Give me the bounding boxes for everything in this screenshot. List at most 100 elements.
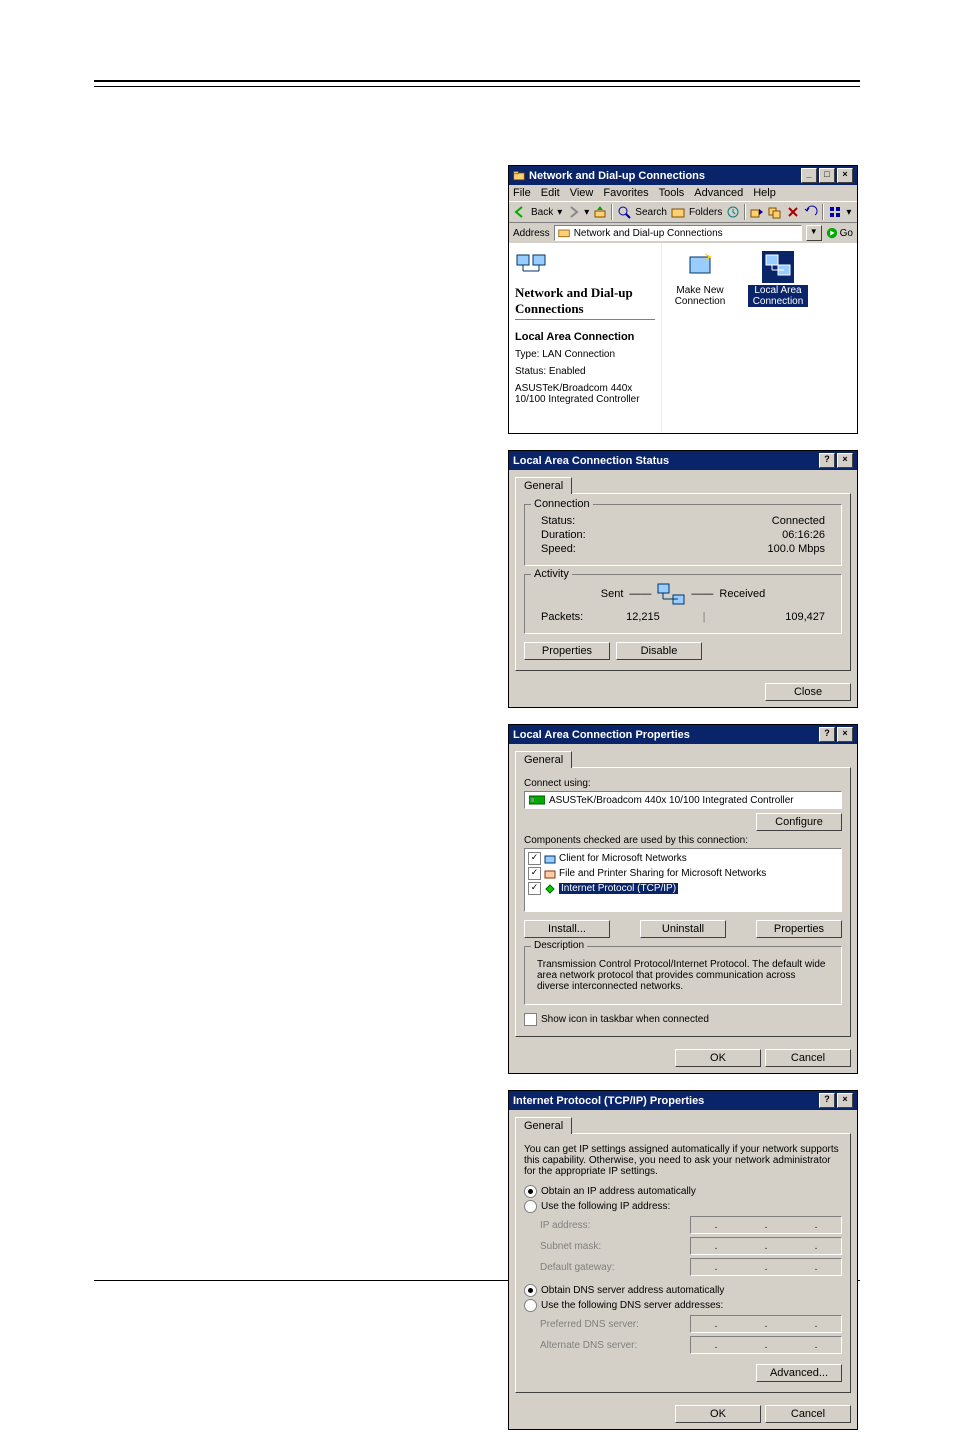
description-group: Description Transmission Control Protoco… [524,946,842,1005]
explorer-titlebar: Network and Dial-up Connections _ □ × [509,166,857,185]
advanced-button[interactable]: Advanced... [756,1364,842,1382]
mask-field: ... [690,1237,842,1255]
menu-favorites[interactable]: Favorites [603,187,648,199]
tab-general[interactable]: General [515,477,572,494]
properties-button[interactable]: Properties [524,642,610,660]
separator [744,204,746,220]
properties-button[interactable]: Properties [756,920,842,938]
back-icon[interactable] [513,205,527,219]
cancel-button[interactable]: Cancel [765,1049,851,1067]
intro-text: You can get IP settings assigned automat… [524,1144,842,1177]
make-new-connection-icon[interactable]: Make New Connection [670,251,730,425]
cancel-button[interactable]: Cancel [765,1405,851,1423]
connections-icon [515,249,547,281]
help-button[interactable]: ? [819,1093,835,1108]
local-area-connection-icon[interactable]: Local Area Connection [748,251,808,425]
duration-label: Duration: [541,529,586,541]
configure-button[interactable]: Configure [756,813,842,831]
move-to-icon[interactable] [750,205,764,219]
sent-label: Sent [601,588,624,600]
obtain-dns-radio[interactable] [524,1284,537,1297]
maximize-button[interactable]: □ [819,168,835,183]
client-icon [544,853,556,865]
checkbox[interactable]: ✓ [528,852,541,865]
separator [611,204,613,220]
search-icon[interactable] [617,205,631,219]
separator [515,319,655,321]
ok-button[interactable]: OK [675,1049,761,1067]
components-label: Components checked are used by this conn… [524,835,842,846]
status-title: Local Area Connection Status [513,455,669,467]
up-icon[interactable] [593,205,607,219]
left-pane-title: Network and Dial-up Connections [515,285,655,317]
gateway-label: Default gateway: [540,1262,615,1273]
component-file-sharing[interactable]: ✓File and Printer Sharing for Microsoft … [527,866,839,881]
left-pane-heading: Local Area Connection [515,331,655,343]
menu-file[interactable]: File [513,187,531,199]
disable-button[interactable]: Disable [616,642,702,660]
address-input[interactable]: Network and Dial-up Connections [554,225,802,241]
obtain-ip-radio[interactable] [524,1185,537,1198]
uninstall-button[interactable]: Uninstall [640,920,726,938]
back-dropdown[interactable]: ▾ [557,207,562,218]
forward-icon[interactable] [566,205,580,219]
nic-icon [529,794,545,806]
explorer-window: Network and Dial-up Connections _ □ × Fi… [508,165,858,434]
properties-dialog: Local Area Connection Properties ?× Gene… [508,724,858,1074]
folders-icon[interactable] [671,205,685,219]
minimize-button[interactable]: _ [801,168,817,183]
help-button[interactable]: ? [819,727,835,742]
views-icon[interactable] [828,205,842,219]
pdns-label: Preferred DNS server: [540,1319,639,1330]
history-icon[interactable] [726,205,740,219]
views-dropdown[interactable]: ▾ [846,207,851,218]
close-button[interactable]: × [837,168,853,183]
speed-label: Speed: [541,543,576,555]
menu-edit[interactable]: Edit [541,187,560,199]
search-label[interactable]: Search [635,207,667,218]
install-button[interactable]: Install... [524,920,610,938]
left-pane-device: ASUSTeK/Broadcom 440x 10/100 Integrated … [515,383,655,405]
service-icon [544,868,556,880]
undo-icon[interactable] [804,205,818,219]
delete-icon[interactable] [786,205,800,219]
component-client[interactable]: ✓Client for Microsoft Networks [527,851,839,866]
menu-tools[interactable]: Tools [659,187,685,199]
forward-dropdown[interactable]: ▾ [584,207,589,218]
menu-advanced[interactable]: Advanced [694,187,743,199]
tab-general[interactable]: General [515,751,572,768]
packets-label: Packets: [541,611,583,623]
use-dns-radio[interactable] [524,1299,537,1312]
checkbox[interactable]: ✓ [528,867,541,880]
close-button[interactable]: × [837,1093,853,1108]
explorer-title: Network and Dial-up Connections [529,170,705,182]
separator [822,204,824,220]
tab-body: Connect using: ASUSTeK/Broadcom 440x 10/… [515,767,851,1037]
menubar: File Edit View Favorites Tools Advanced … [509,185,857,201]
help-button[interactable]: ? [819,453,835,468]
ok-button[interactable]: OK [675,1405,761,1423]
packets-received: 109,427 [706,611,825,623]
go-button[interactable]: Go [826,227,853,239]
group-label: Description [531,940,587,951]
show-icon-checkbox[interactable] [524,1013,537,1026]
close-button[interactable]: × [837,453,853,468]
components-list[interactable]: ✓Client for Microsoft Networks ✓File and… [524,848,842,912]
copy-to-icon[interactable] [768,205,782,219]
tab-general[interactable]: General [515,1117,572,1134]
close-button[interactable]: × [837,727,853,742]
address-value: Network and Dial-up Connections [574,228,723,239]
tab-body: You can get IP settings assigned automat… [515,1133,851,1393]
connection-group: Connection Status:Connected Duration:06:… [524,504,842,566]
menu-view[interactable]: View [570,187,594,199]
folders-label[interactable]: Folders [689,207,722,218]
close-button[interactable]: Close [765,683,851,701]
address-dropdown[interactable]: ▼ [806,225,822,241]
description-text: Transmission Control Protocol/Internet P… [533,955,833,996]
use-ip-radio[interactable] [524,1200,537,1213]
checkbox[interactable]: ✓ [528,882,541,895]
menu-help[interactable]: Help [753,187,776,199]
component-tcpip[interactable]: ✓Internet Protocol (TCP/IP) [527,881,839,896]
tcpip-dialog: Internet Protocol (TCP/IP) Properties ?×… [508,1090,858,1430]
back-label[interactable]: Back [531,207,553,218]
